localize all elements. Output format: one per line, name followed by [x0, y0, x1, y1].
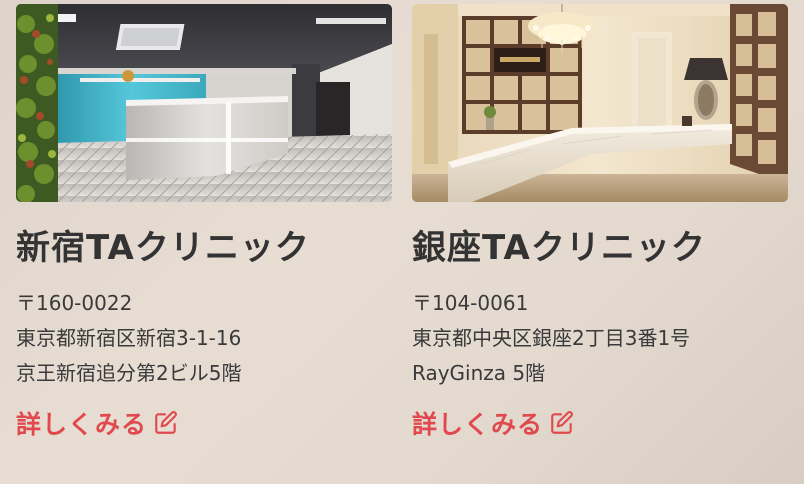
street-address: 東京都新宿区新宿3-1-16 — [16, 326, 242, 350]
see-details-label: 詳しくみる — [16, 410, 148, 439]
see-details-link-ginza[interactable]: 詳しくみる — [412, 405, 575, 441]
building-floor: RayGinza 5階 — [412, 361, 546, 385]
clinic-card-ginza: 銀座TAクリニック 〒104-0061 東京都中央区銀座2丁目3番1号 RayG… — [412, 4, 788, 441]
reception-photo-shinjuku — [16, 4, 392, 202]
see-details-link-shinjuku[interactable]: 詳しくみる — [16, 405, 179, 441]
clinic-name: 銀座TAクリニック — [412, 228, 706, 268]
see-details-label: 詳しくみる — [412, 410, 544, 439]
clinic-name: 新宿TAクリニック — [16, 228, 310, 268]
clinic-address: 〒160-0022 東京都新宿区新宿3-1-16 京王新宿追分第2ビル5階 — [16, 286, 392, 391]
reception-photo-ginza — [412, 4, 788, 202]
clinic-photo-shinjuku[interactable] — [16, 4, 392, 202]
clinic-address: 〒104-0061 東京都中央区銀座2丁目3番1号 RayGinza 5階 — [412, 286, 788, 391]
postal-code: 〒160-0022 — [16, 291, 133, 315]
clinic-card-shinjuku: 新宿TAクリニック 〒160-0022 東京都新宿区新宿3-1-16 京王新宿追… — [16, 4, 392, 441]
postal-code: 〒104-0061 — [412, 291, 529, 315]
street-address: 東京都中央区銀座2丁目3番1号 — [412, 326, 691, 350]
clinic-photo-ginza[interactable] — [412, 4, 788, 202]
building-floor: 京王新宿追分第2ビル5階 — [16, 361, 242, 385]
edit-icon — [549, 410, 575, 436]
edit-icon — [153, 410, 179, 436]
